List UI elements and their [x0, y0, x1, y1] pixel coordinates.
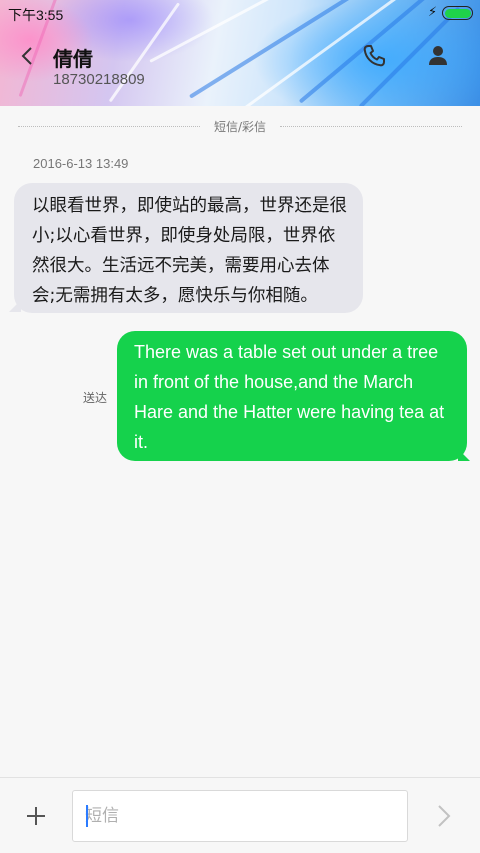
contact-name: 倩倩: [53, 47, 93, 71]
call-button[interactable]: [360, 42, 388, 70]
back-button[interactable]: [10, 38, 44, 74]
message-timestamp: 2016-6-13 13:49: [33, 156, 129, 171]
incoming-message-bubble[interactable]: 以眼看世界，即使站的最高，世界还是很小;以心看世界，即使身处局限，世界依然很大。…: [14, 183, 363, 313]
incoming-bubble-tail: [9, 300, 21, 312]
divider-line: [280, 126, 462, 127]
send-chevron-icon: [438, 805, 451, 827]
divider-line: [18, 126, 200, 127]
message-composer: [0, 777, 480, 853]
battery-icon: [442, 6, 473, 20]
contact-number: 18730218809: [53, 71, 145, 88]
status-time: 下午3:55: [8, 7, 64, 23]
battery-level: [444, 8, 471, 18]
conversation-header: 下午3:55 ⚡ 倩倩 18730218809: [0, 0, 480, 106]
outgoing-message-bubble[interactable]: There was a table set out under a tree i…: [117, 331, 467, 461]
phone-icon: [363, 45, 385, 67]
plus-icon: [27, 807, 45, 825]
outgoing-bubble-tail: [458, 449, 470, 461]
charging-icon: ⚡: [428, 5, 438, 20]
add-attachment-button[interactable]: [22, 802, 50, 830]
send-button[interactable]: [430, 802, 458, 830]
text-cursor: [86, 805, 88, 827]
channel-divider: 短信/彩信: [18, 117, 462, 135]
delivery-status: 送达: [83, 391, 108, 405]
back-arrow-icon: [21, 47, 32, 65]
channel-label: 短信/彩信: [213, 120, 267, 134]
contact-info-button[interactable]: [424, 42, 452, 70]
message-input[interactable]: [72, 790, 408, 842]
person-icon: [429, 46, 447, 65]
status-bar: 下午3:55 ⚡: [0, 0, 480, 26]
